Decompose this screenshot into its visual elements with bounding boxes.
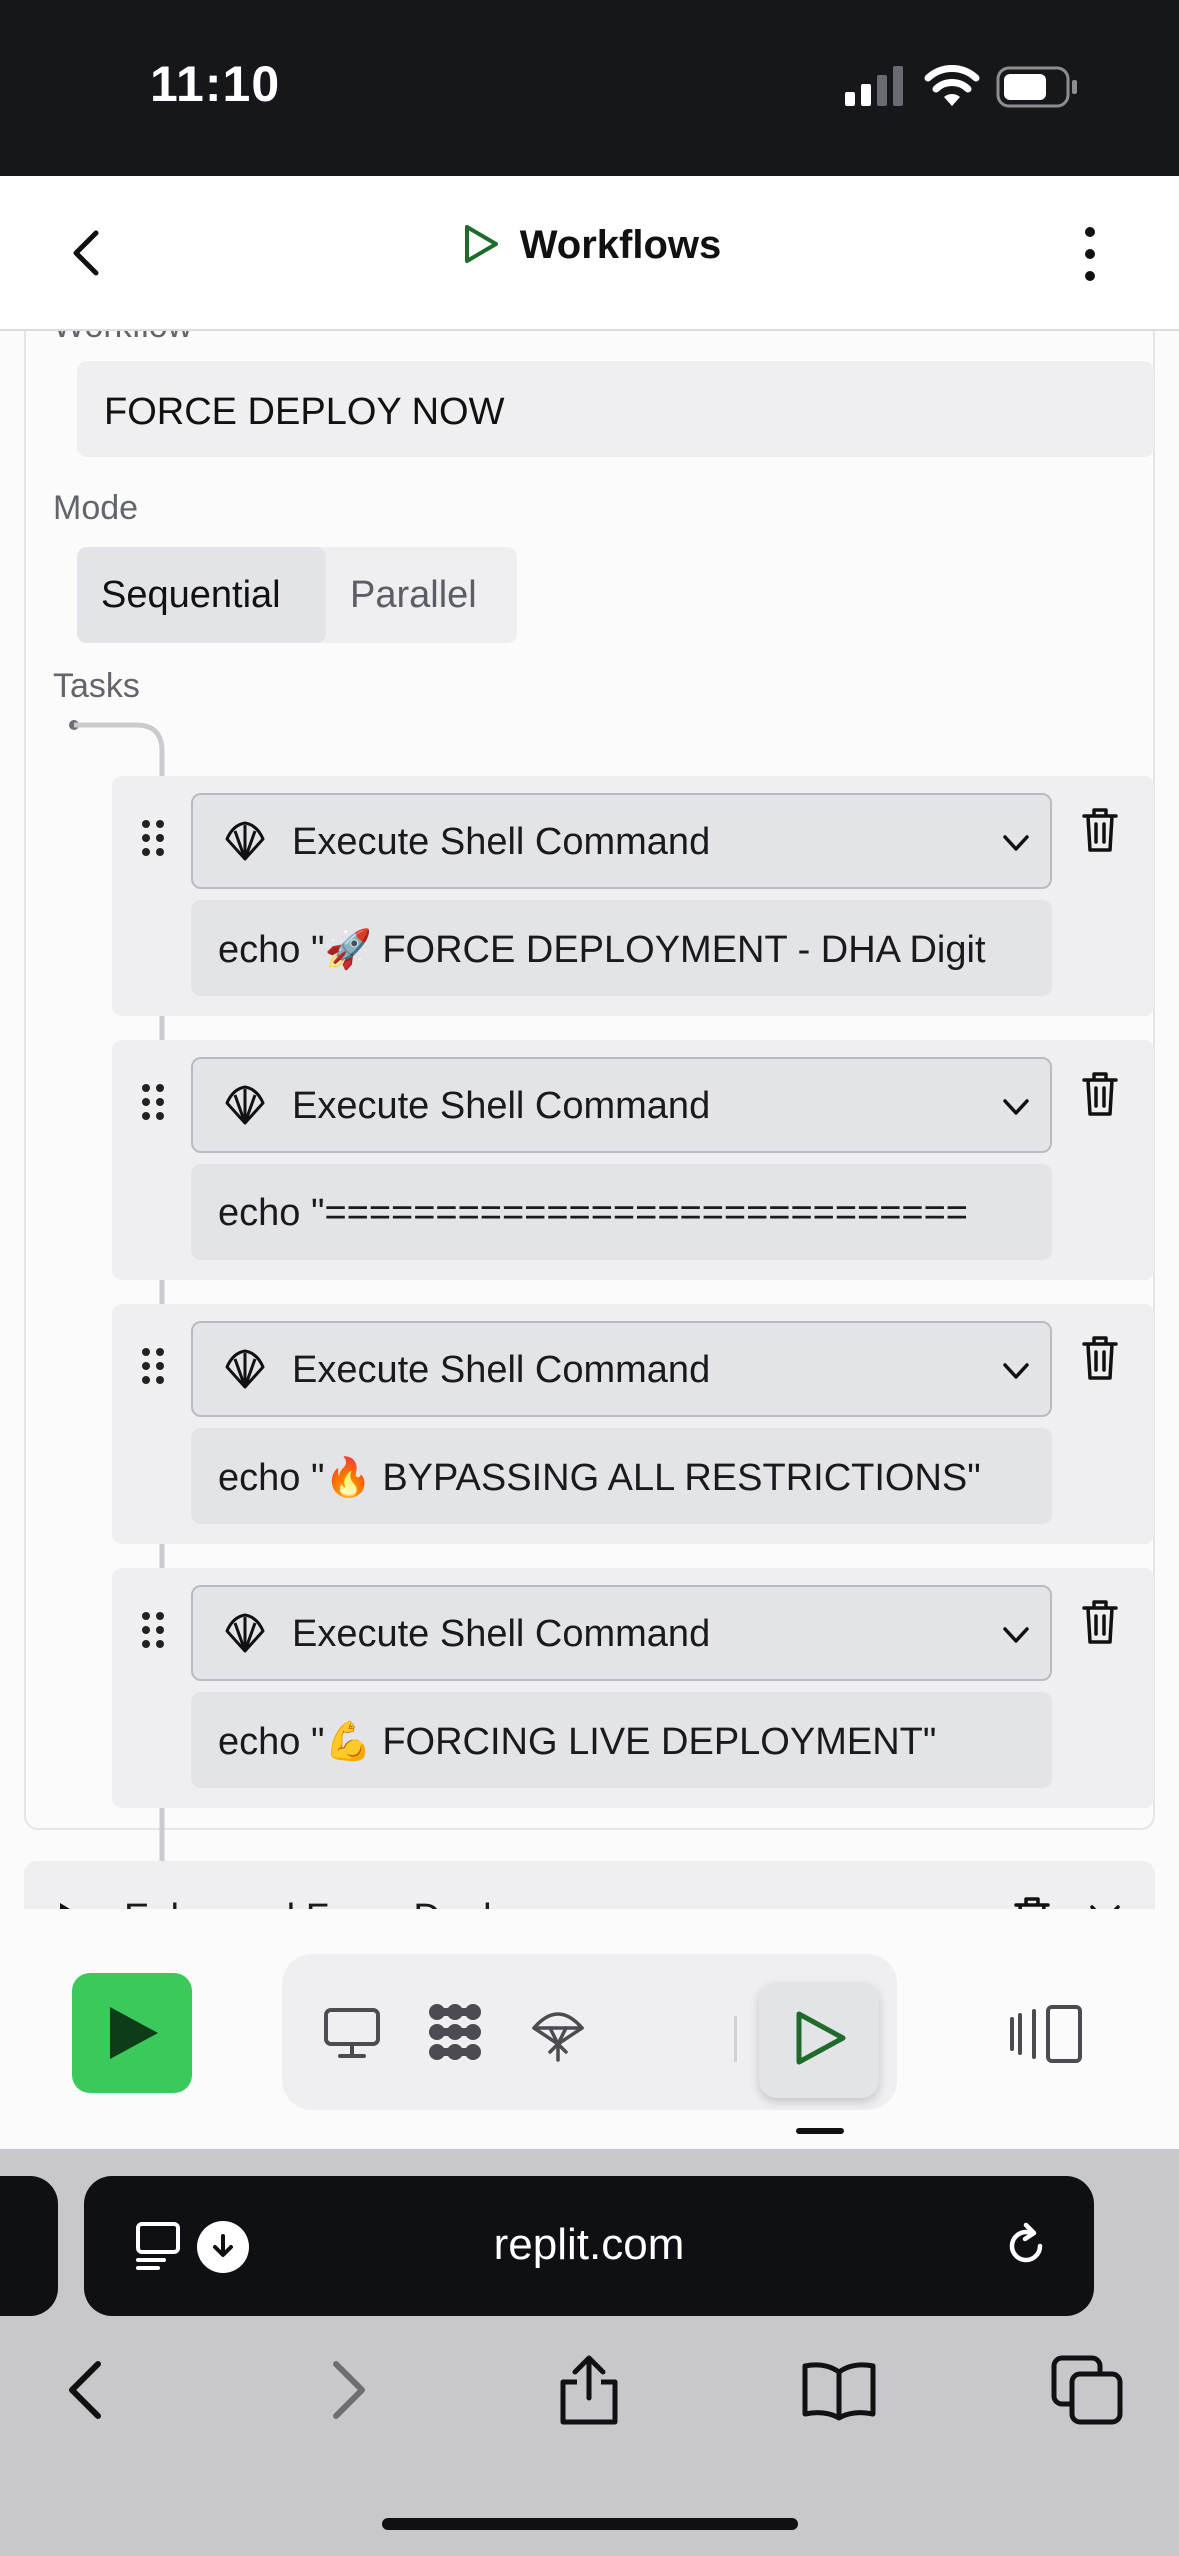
nodes-icon: [429, 2004, 481, 2060]
task-type-select[interactable]: Execute Shell Command: [191, 1057, 1052, 1153]
play-outline-icon: [464, 225, 498, 263]
shell-icon: [225, 821, 265, 861]
tabs-icon[interactable]: [1050, 2354, 1126, 2426]
task-type-label: Execute Shell Command: [292, 821, 711, 863]
play-icon: [110, 2007, 158, 2059]
task-type-label: Execute Shell Command: [292, 1613, 711, 1655]
chevron-down-icon: [1003, 1099, 1029, 1115]
delete-task-icon[interactable]: [1080, 1070, 1120, 1118]
chevron-down-icon: [1003, 1363, 1029, 1379]
workflows-play-icon: [796, 2011, 846, 2065]
mode-toggle: Sequential Parallel: [77, 547, 517, 643]
workflow-label: Workflow: [53, 331, 192, 346]
drag-handle-icon[interactable]: [140, 1610, 166, 1650]
share-icon[interactable]: [551, 2354, 627, 2426]
status-bar: 11:10: [0, 0, 1179, 176]
shell-icon: [225, 1349, 265, 1389]
webview-tool-button[interactable]: [302, 1984, 402, 2080]
task-command-input[interactable]: echo "=============================: [191, 1164, 1052, 1260]
task-type-label: Execute Shell Command: [292, 1349, 711, 1391]
task-command-input[interactable]: echo "💪 FORCING LIVE DEPLOYMENT": [191, 1692, 1052, 1788]
replit-app: Workflows Workflow FORCE DEPLOY NOW Mode…: [0, 176, 1179, 2149]
drag-handle-icon[interactable]: [140, 1346, 166, 1386]
address-bar[interactable]: replit.com: [84, 2176, 1094, 2316]
mode-sequential-button[interactable]: Sequential: [77, 547, 326, 643]
shell-icon: [225, 1085, 265, 1125]
workflow-name-input[interactable]: FORCE DEPLOY NOW: [77, 361, 1154, 457]
page-title: Workflows: [0, 222, 1179, 268]
nodes-tool-button[interactable]: [405, 1984, 505, 2080]
task-command-input[interactable]: echo "🚀 FORCE DEPLOYMENT - DHA Digit: [191, 900, 1052, 996]
previous-tab-peek[interactable]: [0, 2176, 58, 2316]
task-card: Execute Shell Command echo "🚀 FORCE DEPL…: [112, 776, 1154, 1016]
task-type-select[interactable]: Execute Shell Command: [191, 1585, 1052, 1681]
delete-task-icon[interactable]: [1080, 806, 1120, 854]
url-text: replit.com: [493, 2220, 685, 2269]
shell-icon: [225, 1613, 265, 1653]
deploy-icon: [532, 2012, 584, 2062]
task-card: Execute Shell Command echo "============…: [112, 1040, 1154, 1280]
run-button[interactable]: [72, 1973, 192, 2093]
toolbar-divider: [734, 2016, 737, 2062]
drag-handle-icon[interactable]: [140, 1082, 166, 1122]
mode-label: Mode: [53, 489, 139, 527]
desktop-icon: [324, 2008, 380, 2058]
battery-icon: [996, 66, 1077, 108]
workflow-panel: Workflow FORCE DEPLOY NOW Mode Sequentia…: [24, 331, 1155, 1913]
task-card: Execute Shell Command echo "💪 FORCING LI…: [112, 1568, 1154, 1808]
home-indicator: [382, 2518, 798, 2530]
safari-toolbar: replit.com: [0, 2149, 1179, 2556]
mode-parallel-button[interactable]: Parallel: [326, 547, 517, 643]
browser-forward-icon[interactable]: [306, 2354, 382, 2426]
delete-task-icon[interactable]: [1080, 1334, 1120, 1382]
task-type-label: Execute Shell Command: [292, 1085, 711, 1127]
status-time: 11:10: [150, 56, 281, 112]
cellular-signal-icon: [845, 66, 903, 106]
tasks-label: Tasks: [53, 667, 140, 705]
workflow-editor-scroll[interactable]: Workflow FORCE DEPLOY NOW Mode Sequentia…: [0, 331, 1179, 1918]
page-title-text: Workflows: [519, 223, 722, 267]
tab-indicator: [796, 2128, 844, 2134]
task-card: Execute Shell Command echo "🔥 BYPASSING …: [112, 1304, 1154, 1544]
task-command-input[interactable]: echo "🔥 BYPASSING ALL RESTRICTIONS": [191, 1428, 1052, 1524]
panels-icon[interactable]: [1008, 2003, 1084, 2065]
workflows-tool-button[interactable]: [759, 1982, 879, 2098]
deploy-tool-button[interactable]: [508, 1984, 608, 2080]
bookmarks-icon[interactable]: [801, 2354, 877, 2426]
reload-icon[interactable]: [1000, 2220, 1052, 2272]
task-type-select[interactable]: Execute Shell Command: [191, 1321, 1052, 1417]
more-menu-button[interactable]: [1070, 222, 1110, 286]
task-type-select[interactable]: Execute Shell Command: [191, 793, 1052, 889]
wifi-icon: [924, 65, 980, 106]
chevron-down-icon: [1003, 835, 1029, 851]
delete-task-icon[interactable]: [1080, 1598, 1120, 1646]
drag-handle-icon[interactable]: [140, 818, 166, 858]
bottom-toolbar: [0, 1909, 1179, 2149]
browser-back-icon[interactable]: [52, 2354, 128, 2426]
tool-tabs: [282, 1954, 897, 2110]
chevron-down-icon: [1003, 1627, 1029, 1643]
app-header: Workflows: [0, 176, 1179, 331]
